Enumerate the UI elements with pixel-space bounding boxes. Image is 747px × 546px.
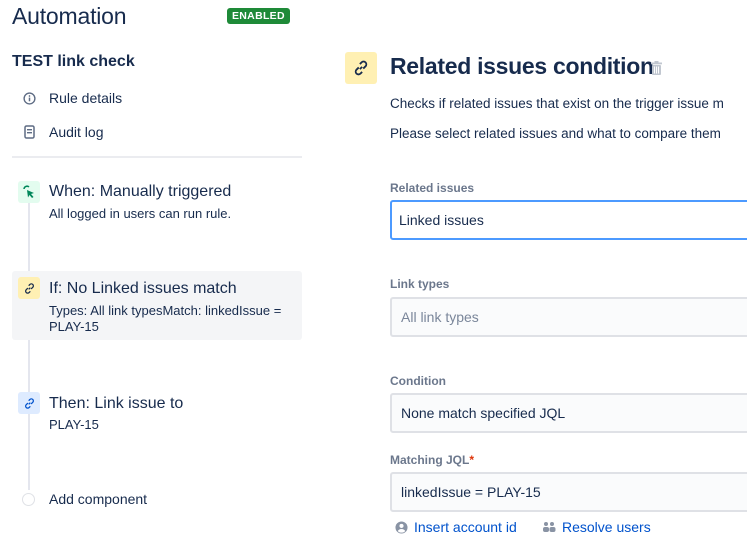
link-icon — [18, 392, 40, 414]
status-badge: ENABLED — [227, 8, 290, 24]
document-icon — [22, 125, 36, 139]
add-circle-icon — [22, 492, 35, 506]
step-action[interactable]: Then: Link issue to PLAY-15 — [12, 390, 302, 440]
nav-label: Rule details — [49, 90, 123, 106]
step-description: All logged in users can run rule. — [49, 206, 232, 221]
nav-audit-log[interactable]: Audit log — [22, 124, 103, 140]
condition-description: Checks if related issues that exist on t… — [390, 96, 724, 111]
info-icon — [22, 91, 36, 105]
matching-jql-label: Matching JQL* — [390, 453, 475, 467]
condition-value: None match specified JQL — [401, 405, 566, 421]
required-marker: * — [469, 453, 475, 467]
users-icon — [542, 521, 556, 533]
add-component-button[interactable]: Add component — [22, 491, 147, 507]
condition-title: Related issues condition — [390, 53, 654, 79]
cursor-click-icon — [18, 181, 40, 203]
resolve-users-label: Resolve users — [562, 519, 651, 535]
link-icon — [18, 277, 40, 299]
user-circle-icon — [395, 520, 408, 534]
step-title: Then: Link issue to — [49, 395, 184, 412]
insert-account-id-label: Insert account id — [414, 519, 517, 535]
condition-select[interactable]: None match specified JQL — [390, 393, 747, 433]
step-trigger[interactable]: When: Manually triggered All logged in u… — [12, 178, 302, 228]
condition-instructions: Please select related issues and what to… — [390, 126, 721, 141]
step-title: If: No Linked issues match — [49, 280, 237, 297]
condition-label: Condition — [390, 374, 446, 388]
step-title: When: Manually triggered — [49, 183, 232, 200]
step-description: Types: All link typesMatch: linkedIssue … — [49, 303, 282, 334]
sidebar-divider — [12, 156, 302, 158]
matching-jql-input[interactable]: linkedIssue = PLAY-15 — [390, 472, 747, 512]
related-issues-select[interactable]: Linked issues — [390, 200, 747, 240]
related-issues-value: Linked issues — [399, 212, 484, 228]
timeline-line — [28, 200, 30, 490]
related-issues-label: Related issues — [390, 181, 475, 195]
link-types-select[interactable]: All link types — [390, 297, 747, 337]
matching-jql-value: linkedIssue = PLAY-15 — [401, 484, 541, 500]
app-title: Automation — [12, 3, 127, 29]
link-types-label: Link types — [390, 277, 450, 291]
link-icon — [345, 52, 377, 84]
resolve-users-link[interactable]: Resolve users — [542, 519, 651, 535]
step-condition[interactable]: If: No Linked issues match Types: All li… — [12, 271, 302, 340]
rule-name: TEST link check — [12, 53, 135, 70]
link-types-placeholder: All link types — [401, 309, 479, 325]
nav-rule-details[interactable]: Rule details — [22, 90, 122, 106]
trash-icon[interactable] — [651, 61, 662, 80]
nav-label: Audit log — [49, 124, 104, 140]
step-description: PLAY-15 — [49, 417, 99, 432]
insert-account-id-link[interactable]: Insert account id — [395, 519, 517, 535]
add-component-label: Add component — [49, 491, 148, 507]
